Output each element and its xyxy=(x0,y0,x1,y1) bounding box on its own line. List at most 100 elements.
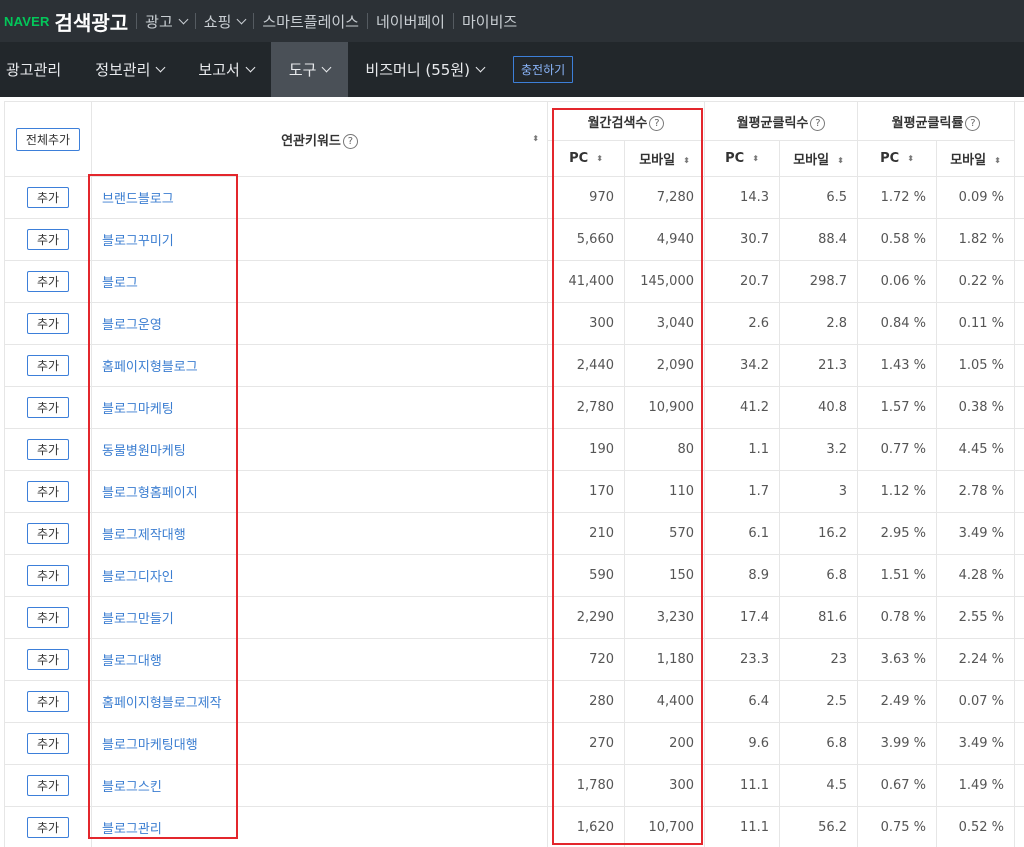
add-keyword-button[interactable]: 추가 xyxy=(26,523,70,544)
sort-icon[interactable]: ⬍ xyxy=(596,154,603,163)
nav-ad-management[interactable]: 광고관리 xyxy=(0,42,78,97)
search-pc-header[interactable]: PC ⬍ xyxy=(547,140,625,177)
clicks-pc-cell: 6.1 xyxy=(704,512,780,555)
keyword-column-header[interactable]: 연관키워드? ⬍ xyxy=(91,101,548,177)
keyword-link[interactable]: 블로그마케팅대행 xyxy=(91,722,548,765)
keyword-link[interactable]: 블로그마케팅 xyxy=(91,386,548,429)
search-pc-cell: 1,620 xyxy=(547,806,625,847)
top-menu-shopping[interactable]: 쇼핑 xyxy=(203,11,247,32)
keyword-link[interactable]: 블로그만들기 xyxy=(91,596,548,639)
clicks-pc-cell: 23.3 xyxy=(704,638,780,681)
nav-info-management[interactable]: 정보관리 xyxy=(78,42,181,97)
monthly-clicks-header: 월평균클릭수? xyxy=(703,101,859,141)
sort-icon[interactable]: ⬍ xyxy=(532,135,539,143)
search-pc-cell: 170 xyxy=(547,470,625,513)
keyword-link[interactable]: 블로그스킨 xyxy=(91,764,548,807)
nav-label: 비즈머니 (55원) xyxy=(365,61,470,79)
keyword-link[interactable]: 블로그디자인 xyxy=(91,554,548,597)
table-row: 추가 블로그제작대행 210 570 6.1 16.2 2.95 % 3.49 % xyxy=(4,512,1024,555)
help-icon[interactable]: ? xyxy=(810,115,826,131)
extra-cell xyxy=(1014,722,1024,765)
keyword-link[interactable]: 블로그형홈페이지 xyxy=(91,470,548,513)
sort-icon[interactable]: ⬍ xyxy=(837,156,844,165)
clicks-mobile-header[interactable]: 모바일 ⬍ xyxy=(778,140,859,177)
top-menu-label: 쇼핑 xyxy=(203,12,232,31)
clicks-pc-cell: 11.1 xyxy=(704,806,780,847)
help-icon[interactable]: ? xyxy=(342,133,358,149)
ctr-pc-cell: 1.12 % xyxy=(857,470,938,513)
ctr-pc-cell: 3.63 % xyxy=(857,638,938,681)
add-keyword-button[interactable]: 추가 xyxy=(26,439,70,460)
add-cell: 추가 xyxy=(4,722,92,765)
top-menu-mybiz[interactable]: 마이비즈 xyxy=(462,11,517,32)
keyword-link[interactable]: 블로그대행 xyxy=(91,638,548,681)
search-mobile-header[interactable]: 모바일 ⬍ xyxy=(624,140,705,177)
extra-cell xyxy=(1014,638,1024,681)
ctr-mobile-header[interactable]: 모바일 ⬍ xyxy=(936,140,1016,177)
top-menu-smartplace[interactable]: 스마트플레이스 xyxy=(262,11,359,32)
add-keyword-button[interactable]: 추가 xyxy=(26,733,70,754)
sort-icon[interactable]: ⬍ xyxy=(994,156,1001,165)
nav-bizmoney[interactable]: 비즈머니 (55원) xyxy=(348,42,501,97)
clicks-mobile-cell: 2.8 xyxy=(778,302,859,345)
keyword-link[interactable]: 홈페이지형블로그 xyxy=(91,344,548,387)
keyword-link[interactable]: 브랜드블로그 xyxy=(91,176,548,219)
ctr-pc-cell: 0.75 % xyxy=(857,806,938,847)
help-icon[interactable]: ? xyxy=(965,115,981,131)
keyword-link[interactable]: 블로그꾸미기 xyxy=(91,218,548,261)
add-keyword-button[interactable]: 추가 xyxy=(26,565,70,586)
add-cell: 추가 xyxy=(4,218,92,261)
help-icon[interactable]: ? xyxy=(649,115,665,131)
add-keyword-button[interactable]: 추가 xyxy=(26,649,70,670)
sort-icon[interactable]: ⬍ xyxy=(683,156,690,165)
ctr-mobile-cell: 4.28 % xyxy=(936,554,1016,597)
extra-cell xyxy=(1014,218,1024,261)
nav-tools[interactable]: 도구 xyxy=(270,42,349,97)
add-cell: 추가 xyxy=(4,386,92,429)
add-all-button[interactable]: 전체추가 xyxy=(15,127,81,151)
sort-icon[interactable]: ⬍ xyxy=(752,154,759,163)
divider xyxy=(194,13,196,29)
charge-button[interactable]: 충전하기 xyxy=(512,56,574,83)
search-ad-title[interactable]: 검색광고 xyxy=(55,7,129,36)
top-menu-ads[interactable]: 광고 xyxy=(145,11,189,32)
ctr-pc-cell: 2.95 % xyxy=(857,512,938,555)
sort-icon[interactable]: ⬍ xyxy=(907,154,914,163)
top-menu-naverpay[interactable]: 네이버페이 xyxy=(376,11,445,32)
table-row: 추가 블로그대행 720 1,180 23.3 23 3.63 % 2.24 % xyxy=(4,638,1024,681)
table-row: 추가 블로그관리 1,620 10,700 11.1 56.2 0.75 % 0.52 % xyxy=(4,806,1024,847)
add-keyword-button[interactable]: 추가 xyxy=(26,397,70,418)
extra-cell xyxy=(1014,764,1024,807)
add-cell: 추가 xyxy=(4,176,92,219)
add-keyword-button[interactable]: 추가 xyxy=(26,481,70,502)
search-mobile-cell: 300 xyxy=(624,764,705,807)
keyword-link[interactable]: 블로그관리 xyxy=(91,806,548,847)
extra-cell xyxy=(1014,512,1024,555)
add-keyword-button[interactable]: 추가 xyxy=(26,355,70,376)
search-mobile-cell: 145,000 xyxy=(624,260,705,303)
add-keyword-button[interactable]: 추가 xyxy=(26,775,70,796)
keyword-link[interactable]: 블로그제작대행 xyxy=(91,512,548,555)
add-keyword-button[interactable]: 추가 xyxy=(26,229,70,250)
add-keyword-button[interactable]: 추가 xyxy=(26,817,70,838)
add-keyword-button[interactable]: 추가 xyxy=(26,271,70,292)
keyword-link[interactable]: 블로그운영 xyxy=(91,302,548,345)
extra-cell xyxy=(1014,386,1024,429)
keyword-link[interactable]: 동물병원마케팅 xyxy=(91,428,548,471)
search-mobile-cell: 10,900 xyxy=(624,386,705,429)
ctr-pc-header[interactable]: PC ⬍ xyxy=(857,140,938,177)
naver-logo[interactable]: NAVER xyxy=(4,14,50,29)
add-keyword-button[interactable]: 추가 xyxy=(26,187,70,208)
keyword-link[interactable]: 블로그 xyxy=(91,260,548,303)
add-keyword-button[interactable]: 추가 xyxy=(26,313,70,334)
keyword-link[interactable]: 홈페이지형블로그제작 xyxy=(91,680,548,723)
sub-label: PC xyxy=(880,151,900,166)
table-row: 추가 블로그꾸미기 5,660 4,940 30.7 88.4 0.58 % 1.82 % xyxy=(4,218,1024,261)
clicks-pc-header[interactable]: PC ⬍ xyxy=(704,140,780,177)
table-row: 추가 블로그만들기 2,290 3,230 17.4 81.6 0.78 % 2.55 % xyxy=(4,596,1024,639)
ctr-pc-cell: 0.58 % xyxy=(857,218,938,261)
add-keyword-button[interactable]: 추가 xyxy=(26,607,70,628)
add-keyword-button[interactable]: 추가 xyxy=(26,691,70,712)
ctr-mobile-cell: 2.24 % xyxy=(936,638,1016,681)
nav-reports[interactable]: 보고서 xyxy=(181,42,270,97)
